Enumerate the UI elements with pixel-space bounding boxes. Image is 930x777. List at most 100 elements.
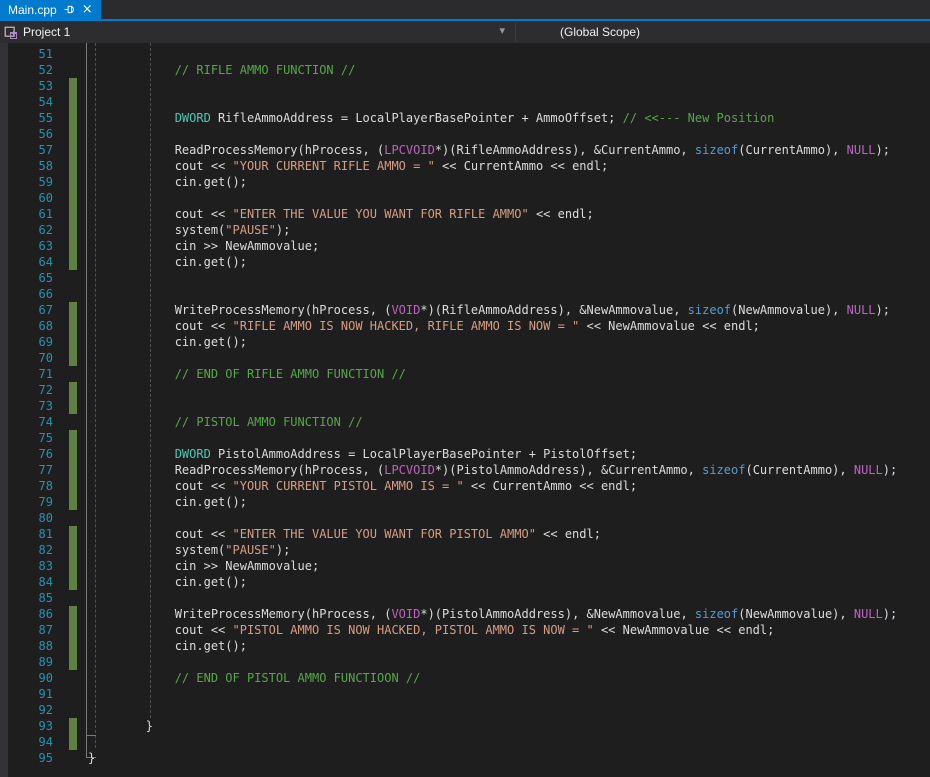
- code-line[interactable]: system("PAUSE");: [88, 542, 930, 558]
- line-number[interactable]: 75: [8, 430, 53, 446]
- code-line[interactable]: cout << "RIFLE AMMO IS NOW HACKED, RIFLE…: [88, 318, 930, 334]
- code-line[interactable]: // END OF RIFLE AMMO FUNCTION //: [88, 366, 930, 382]
- line-number[interactable]: 67: [8, 302, 53, 318]
- code-line[interactable]: [88, 350, 930, 366]
- line-number[interactable]: 53: [8, 78, 53, 94]
- line-number[interactable]: 51: [8, 46, 53, 62]
- project-dropdown[interactable]: Project 1 ▾: [0, 21, 515, 43]
- code-line[interactable]: cout << "YOUR CURRENT PISTOL AMMO IS = "…: [88, 478, 930, 494]
- line-number-gutter[interactable]: 5152535455565758596061626364656667686970…: [8, 46, 53, 766]
- code-line[interactable]: DWORD PistolAmmoAddress = LocalPlayerBas…: [88, 446, 930, 462]
- line-number[interactable]: 86: [8, 606, 53, 622]
- code-line[interactable]: cout << "YOUR CURRENT RIFLE AMMO = " << …: [88, 158, 930, 174]
- line-number[interactable]: 54: [8, 94, 53, 110]
- line-number[interactable]: 58: [8, 158, 53, 174]
- tab-main-cpp[interactable]: Main.cpp ×: [0, 0, 101, 19]
- line-number[interactable]: 89: [8, 654, 53, 670]
- line-number[interactable]: 63: [8, 238, 53, 254]
- line-number[interactable]: 62: [8, 222, 53, 238]
- code-line[interactable]: cin >> NewAmmovalue;: [88, 238, 930, 254]
- line-number[interactable]: 55: [8, 110, 53, 126]
- code-line[interactable]: cin >> NewAmmovalue;: [88, 558, 930, 574]
- code-line[interactable]: }: [88, 718, 930, 734]
- line-number[interactable]: 85: [8, 590, 53, 606]
- line-number[interactable]: 76: [8, 446, 53, 462]
- code-line[interactable]: cin.get();: [88, 174, 930, 190]
- code-line[interactable]: [88, 654, 930, 670]
- line-number[interactable]: 74: [8, 414, 53, 430]
- code-line[interactable]: [88, 398, 930, 414]
- line-number[interactable]: 56: [8, 126, 53, 142]
- line-number[interactable]: 93: [8, 718, 53, 734]
- code-line[interactable]: [88, 286, 930, 302]
- line-number[interactable]: 88: [8, 638, 53, 654]
- code-line[interactable]: cin.get();: [88, 254, 930, 270]
- code-line[interactable]: [88, 46, 930, 62]
- code-line[interactable]: DWORD RifleAmmoAddress = LocalPlayerBase…: [88, 110, 930, 126]
- code-line[interactable]: [88, 510, 930, 526]
- code-line[interactable]: cout << "ENTER THE VALUE YOU WANT FOR PI…: [88, 526, 930, 542]
- line-number[interactable]: 95: [8, 750, 53, 766]
- line-number[interactable]: 83: [8, 558, 53, 574]
- code-line[interactable]: [88, 702, 930, 718]
- code-editor[interactable]: 5152535455565758596061626364656667686970…: [0, 43, 930, 777]
- line-number[interactable]: 72: [8, 382, 53, 398]
- line-number[interactable]: 65: [8, 270, 53, 286]
- code-line[interactable]: cin.get();: [88, 574, 930, 590]
- line-number[interactable]: 52: [8, 62, 53, 78]
- code-line[interactable]: cin.get();: [88, 494, 930, 510]
- code-line[interactable]: // PISTOL AMMO FUNCTION //: [88, 414, 930, 430]
- line-number[interactable]: 60: [8, 190, 53, 206]
- code-line[interactable]: // RIFLE AMMO FUNCTION //: [88, 62, 930, 78]
- line-number[interactable]: 71: [8, 366, 53, 382]
- code-line[interactable]: }: [88, 750, 930, 766]
- line-number[interactable]: 69: [8, 334, 53, 350]
- line-number[interactable]: 68: [8, 318, 53, 334]
- code-line[interactable]: [88, 590, 930, 606]
- code-line[interactable]: [88, 190, 930, 206]
- line-number[interactable]: 87: [8, 622, 53, 638]
- line-number[interactable]: 61: [8, 206, 53, 222]
- code-line[interactable]: ReadProcessMemory(hProcess, (LPCVOID*)(P…: [88, 462, 930, 478]
- line-number[interactable]: 57: [8, 142, 53, 158]
- code-line[interactable]: system("PAUSE");: [88, 222, 930, 238]
- line-number[interactable]: 66: [8, 286, 53, 302]
- code-line[interactable]: cout << "ENTER THE VALUE YOU WANT FOR RI…: [88, 206, 930, 222]
- line-number[interactable]: 80: [8, 510, 53, 526]
- code-line[interactable]: cin.get();: [88, 638, 930, 654]
- line-number[interactable]: 79: [8, 494, 53, 510]
- line-number[interactable]: 94: [8, 734, 53, 750]
- code-line[interactable]: cin.get();: [88, 334, 930, 350]
- close-icon[interactable]: ×: [82, 3, 93, 16]
- line-number[interactable]: 77: [8, 462, 53, 478]
- line-number[interactable]: 64: [8, 254, 53, 270]
- token-plain: cin >> NewAmmovalue;: [175, 559, 320, 573]
- code-text-area[interactable]: // RIFLE AMMO FUNCTION // DWORD RifleAmm…: [88, 46, 930, 766]
- code-line[interactable]: [88, 430, 930, 446]
- line-number[interactable]: 81: [8, 526, 53, 542]
- code-line[interactable]: ReadProcessMemory(hProcess, (LPCVOID*)(R…: [88, 142, 930, 158]
- line-number[interactable]: 84: [8, 574, 53, 590]
- code-line[interactable]: cout << "PISTOL AMMO IS NOW HACKED, PIST…: [88, 622, 930, 638]
- pin-icon[interactable]: [64, 4, 75, 15]
- code-line[interactable]: [88, 78, 930, 94]
- code-line[interactable]: [88, 126, 930, 142]
- code-line[interactable]: [88, 270, 930, 286]
- line-number[interactable]: 59: [8, 174, 53, 190]
- code-line[interactable]: [88, 94, 930, 110]
- line-number[interactable]: 78: [8, 478, 53, 494]
- line-number[interactable]: 70: [8, 350, 53, 366]
- scope-dropdown[interactable]: (Global Scope): [516, 21, 930, 43]
- code-line[interactable]: [88, 734, 930, 750]
- line-number[interactable]: 82: [8, 542, 53, 558]
- code-line[interactable]: WriteProcessMemory(hProcess, (VOID*)(Pis…: [88, 606, 930, 622]
- line-number[interactable]: 92: [8, 702, 53, 718]
- line-number[interactable]: 73: [8, 398, 53, 414]
- change-bar: [69, 302, 77, 366]
- line-number[interactable]: 91: [8, 686, 53, 702]
- code-line[interactable]: // END OF PISTOL AMMO FUNCTIOON //: [88, 670, 930, 686]
- line-number[interactable]: 90: [8, 670, 53, 686]
- code-line[interactable]: WriteProcessMemory(hProcess, (VOID*)(Rif…: [88, 302, 930, 318]
- code-line[interactable]: [88, 382, 930, 398]
- code-line[interactable]: [88, 686, 930, 702]
